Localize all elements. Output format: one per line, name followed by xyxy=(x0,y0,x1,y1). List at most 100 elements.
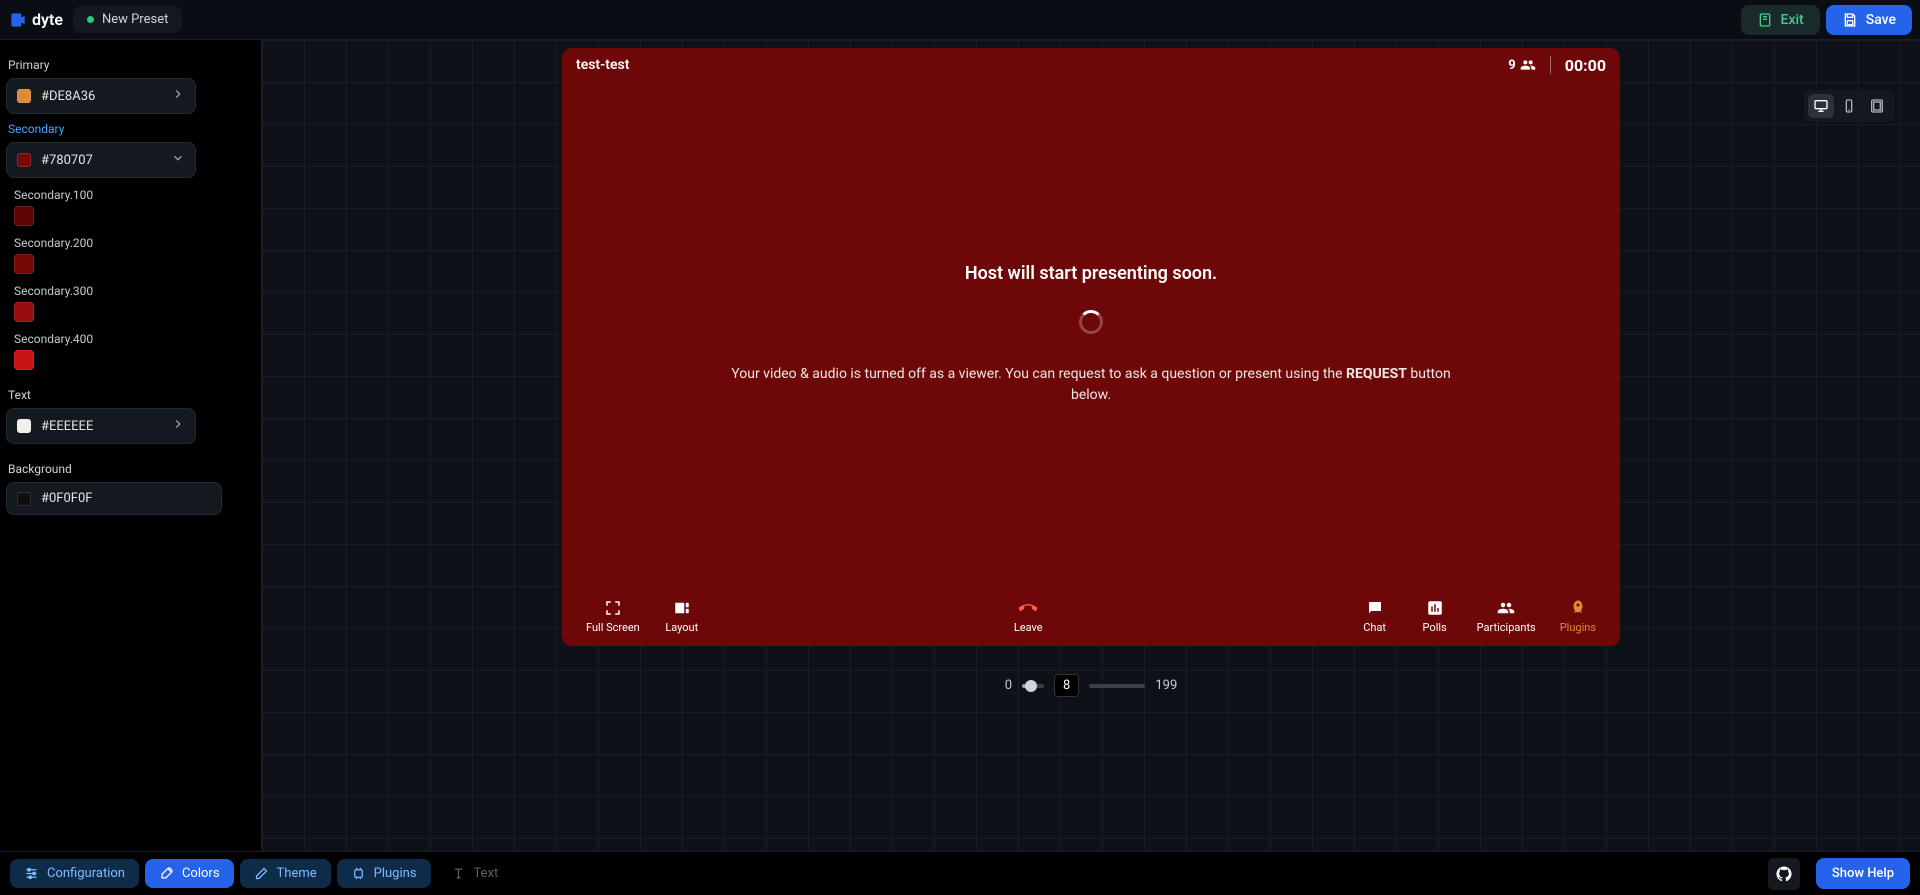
secondary-value: #780707 xyxy=(41,153,161,168)
participant-count: 9 xyxy=(1508,57,1535,73)
hangup-icon xyxy=(1019,599,1037,617)
participants-label: Participants xyxy=(1477,621,1536,634)
people-icon xyxy=(1520,57,1536,73)
chevron-right-icon xyxy=(171,87,185,105)
text-swatch xyxy=(17,419,31,433)
github-icon xyxy=(1775,865,1793,883)
chevron-down-icon xyxy=(171,151,185,169)
background-swatch xyxy=(17,492,31,506)
brand-name: dyte xyxy=(32,10,63,29)
show-help-button[interactable]: Show Help xyxy=(1816,858,1910,889)
device-mobile-button[interactable] xyxy=(1836,94,1862,118)
polls-label: Polls xyxy=(1423,621,1447,634)
secondary-shade-swatch-3[interactable] xyxy=(14,350,34,370)
leave-button[interactable]: Leave xyxy=(998,599,1058,634)
loading-spinner-icon xyxy=(1079,310,1103,334)
slider-value[interactable]: 8 xyxy=(1054,674,1079,697)
primary-swatch xyxy=(17,89,31,103)
tab-colors-label: Colors xyxy=(182,866,220,881)
preview-controls: Full Screen Layout Leave Chat xyxy=(562,586,1620,646)
primary-label: Primary xyxy=(8,58,255,72)
fullscreen-icon xyxy=(604,599,622,617)
background-label: Background xyxy=(8,462,255,476)
github-button[interactable] xyxy=(1768,858,1800,890)
background-color-row[interactable]: #0F0F0F xyxy=(6,482,222,515)
primary-color-row[interactable]: #DE8A36 xyxy=(6,78,196,114)
secondary-shade-label-3: Secondary.400 xyxy=(14,332,255,346)
layout-button[interactable]: Layout xyxy=(652,599,712,634)
document-icon xyxy=(1757,12,1773,28)
participant-number: 9 xyxy=(1508,58,1515,73)
primary-value: #DE8A36 xyxy=(41,89,161,104)
slider-max: 199 xyxy=(1155,678,1177,693)
brand-logo: dyte xyxy=(8,10,63,30)
fullscreen-button[interactable]: Full Screen xyxy=(574,599,652,634)
tab-theme[interactable]: Theme xyxy=(240,859,331,888)
participants-icon xyxy=(1497,599,1515,617)
tab-configuration-label: Configuration xyxy=(47,866,125,881)
sidebar-colors: Primary #DE8A36 Secondary #780707 Second… xyxy=(0,40,262,851)
secondary-color-row[interactable]: #780707 xyxy=(6,142,196,178)
secondary-shade-swatch-0[interactable] xyxy=(14,206,34,226)
tab-text-label: Text xyxy=(474,866,499,881)
text-value: #EEEEEE xyxy=(41,419,161,434)
meeting-timer: 00:00 xyxy=(1565,56,1606,75)
participants-button[interactable]: Participants xyxy=(1465,599,1548,634)
preview-sub-a: Your video & audio is turned off as a vi… xyxy=(731,366,1346,382)
layout-icon xyxy=(673,599,691,617)
slider-thumb[interactable] xyxy=(1025,680,1037,692)
layout-label: Layout xyxy=(665,621,698,634)
meeting-title: test-test xyxy=(576,57,629,73)
slider-track-left[interactable] xyxy=(1022,684,1044,688)
preset-name: New Preset xyxy=(102,12,168,27)
text-icon xyxy=(451,866,466,881)
text-color-row[interactable]: #EEEEEE xyxy=(6,408,196,444)
tab-plugins[interactable]: Plugins xyxy=(337,859,431,888)
preview-header: test-test 9 00:00 xyxy=(562,48,1620,82)
chat-icon xyxy=(1366,599,1384,617)
edit-icon xyxy=(254,866,269,881)
rocket-icon xyxy=(1569,599,1587,617)
plug-icon xyxy=(351,866,366,881)
fullscreen-label: Full Screen xyxy=(586,621,640,634)
polls-button[interactable]: Polls xyxy=(1405,599,1465,634)
plugins-button[interactable]: Plugins xyxy=(1548,599,1608,634)
chat-label: Chat xyxy=(1363,621,1386,634)
tab-plugins-label: Plugins xyxy=(374,866,417,881)
secondary-shade-label-2: Secondary.300 xyxy=(14,284,255,298)
participants-slider: 0 8 199 xyxy=(1005,674,1178,697)
preset-status-dot xyxy=(87,16,94,23)
chevron-right-icon xyxy=(171,417,185,435)
secondary-shade-swatch-2[interactable] xyxy=(14,302,34,322)
device-tablet-button[interactable] xyxy=(1864,94,1890,118)
tab-text[interactable]: Text xyxy=(437,859,513,888)
preview-headline: Host will start presenting soon. xyxy=(965,263,1217,284)
leave-label: Leave xyxy=(1014,621,1043,634)
device-switcher xyxy=(1804,90,1894,122)
tab-theme-label: Theme xyxy=(277,866,317,881)
save-button[interactable]: Save xyxy=(1826,5,1912,35)
preset-badge[interactable]: New Preset xyxy=(73,6,182,33)
bottombar: Configuration Colors Theme Plugins Text … xyxy=(0,851,1920,895)
topbar: dyte New Preset Exit Save xyxy=(0,0,1920,40)
device-desktop-button[interactable] xyxy=(1808,94,1834,118)
preview-sub-strong: REQUEST xyxy=(1346,366,1407,382)
text-label: Text xyxy=(8,388,255,402)
slider-track-right[interactable] xyxy=(1089,684,1145,688)
preview-subtext: Your video & audio is turned off as a vi… xyxy=(722,364,1460,405)
tab-configuration[interactable]: Configuration xyxy=(10,859,139,888)
plugins-label: Plugins xyxy=(1560,621,1596,634)
secondary-shade-swatch-1[interactable] xyxy=(14,254,34,274)
save-icon xyxy=(1842,12,1858,28)
save-label: Save xyxy=(1866,12,1896,28)
background-value: #0F0F0F xyxy=(41,491,211,506)
canvas: test-test 9 00:00 Host will start presen… xyxy=(262,40,1920,851)
tab-colors[interactable]: Colors xyxy=(145,859,234,888)
exit-button[interactable]: Exit xyxy=(1741,5,1820,35)
exit-label: Exit xyxy=(1781,12,1804,28)
chat-button[interactable]: Chat xyxy=(1345,599,1405,634)
brush-icon xyxy=(159,866,174,881)
preview-body: Host will start presenting soon. Your vi… xyxy=(562,82,1620,586)
polls-icon xyxy=(1426,599,1444,617)
secondary-shade-label-1: Secondary.200 xyxy=(14,236,255,250)
